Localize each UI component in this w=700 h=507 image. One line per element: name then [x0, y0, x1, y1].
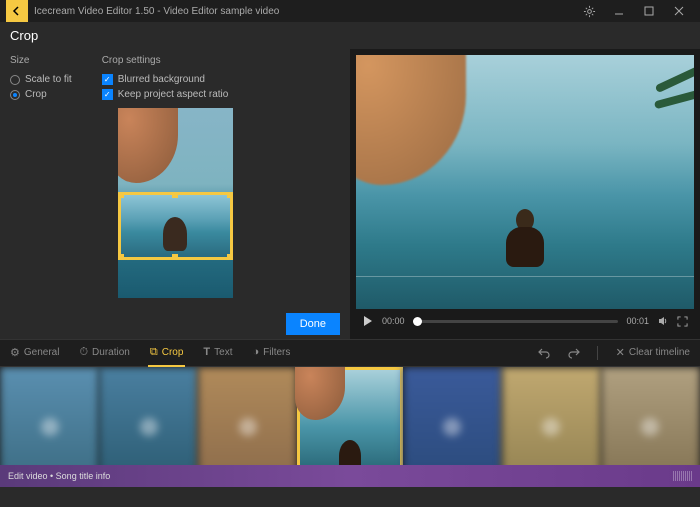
volume-icon[interactable]: [657, 315, 669, 327]
clear-timeline-button[interactable]: ✕ Clear timeline: [614, 340, 692, 367]
crop-settings-panel: Size Scale to fit Crop Crop settings ✓ B…: [0, 49, 350, 339]
tab-general-label: General: [24, 347, 60, 358]
tab-crop[interactable]: ⧉ Crop: [148, 340, 186, 367]
close-icon: ✕: [616, 346, 625, 359]
timeline-footer-label: Edit video • Song title info: [8, 471, 110, 481]
tab-duration-label: Duration: [92, 347, 130, 358]
scale-to-fit-radio[interactable]: Scale to fit: [10, 74, 72, 85]
blurred-bg-label: Blurred background: [118, 74, 205, 85]
crop-preview[interactable]: [118, 108, 233, 298]
timeline[interactable]: Edit video • Song title info: [0, 367, 700, 487]
undo-button[interactable]: [537, 346, 551, 360]
settings-icon[interactable]: [574, 0, 604, 22]
tab-filters[interactable]: ◑ Filters: [250, 340, 292, 366]
progress-thumb[interactable]: [413, 317, 422, 326]
crop-region[interactable]: [118, 192, 233, 260]
crop-handle-bottom-right[interactable]: [227, 254, 233, 260]
size-group-label: Size: [10, 55, 72, 66]
crop-icon: ⧉: [150, 346, 158, 359]
maximize-button[interactable]: [634, 0, 664, 22]
total-time: 00:01: [626, 316, 649, 326]
keep-ratio-checkbox[interactable]: ✓ Keep project aspect ratio: [102, 89, 229, 100]
tab-crop-label: Crop: [162, 347, 184, 358]
crop-handle-top[interactable]: [172, 192, 178, 198]
tab-duration[interactable]: ⏱ Duration: [77, 340, 131, 367]
text-icon: T: [203, 346, 210, 358]
timeline-footer: Edit video • Song title info: [0, 465, 700, 487]
app-title: Icecream Video Editor 1.50 - Video Edito…: [34, 6, 574, 17]
progress-bar[interactable]: [413, 320, 619, 323]
redo-button[interactable]: [567, 346, 581, 360]
filters-icon: ◑: [252, 346, 259, 358]
back-button[interactable]: [6, 0, 28, 22]
crop-handle-top-left[interactable]: [118, 192, 124, 198]
scale-to-fit-label: Scale to fit: [25, 74, 72, 85]
fullscreen-icon[interactable]: [677, 316, 688, 327]
tab-general[interactable]: ⚙ General: [8, 340, 61, 367]
tab-filters-label: Filters: [263, 347, 290, 358]
done-button[interactable]: Done: [286, 313, 340, 335]
crop-radio[interactable]: Crop: [10, 89, 72, 100]
crop-handle-top-right[interactable]: [227, 192, 233, 198]
crop-settings-label: Crop settings: [102, 55, 229, 66]
crop-handle-bottom-left[interactable]: [118, 254, 124, 260]
minimize-button[interactable]: [604, 0, 634, 22]
current-time: 00:00: [382, 316, 405, 326]
clear-timeline-label: Clear timeline: [629, 347, 690, 358]
crop-handle-bottom[interactable]: [172, 254, 178, 260]
video-preview-panel: 00:00 00:01: [350, 49, 700, 339]
crop-label: Crop: [25, 89, 47, 100]
gear-icon: ⚙: [10, 346, 20, 359]
tab-text[interactable]: T Text: [201, 340, 234, 366]
close-button[interactable]: [664, 0, 694, 22]
play-button[interactable]: [362, 315, 374, 327]
blurred-bg-checkbox[interactable]: ✓ Blurred background: [102, 74, 229, 85]
panel-title: Crop: [0, 22, 700, 49]
video-preview[interactable]: [356, 55, 694, 309]
keep-ratio-label: Keep project aspect ratio: [118, 89, 229, 100]
clock-icon: ⏱: [79, 346, 88, 359]
tab-text-label: Text: [214, 347, 232, 358]
